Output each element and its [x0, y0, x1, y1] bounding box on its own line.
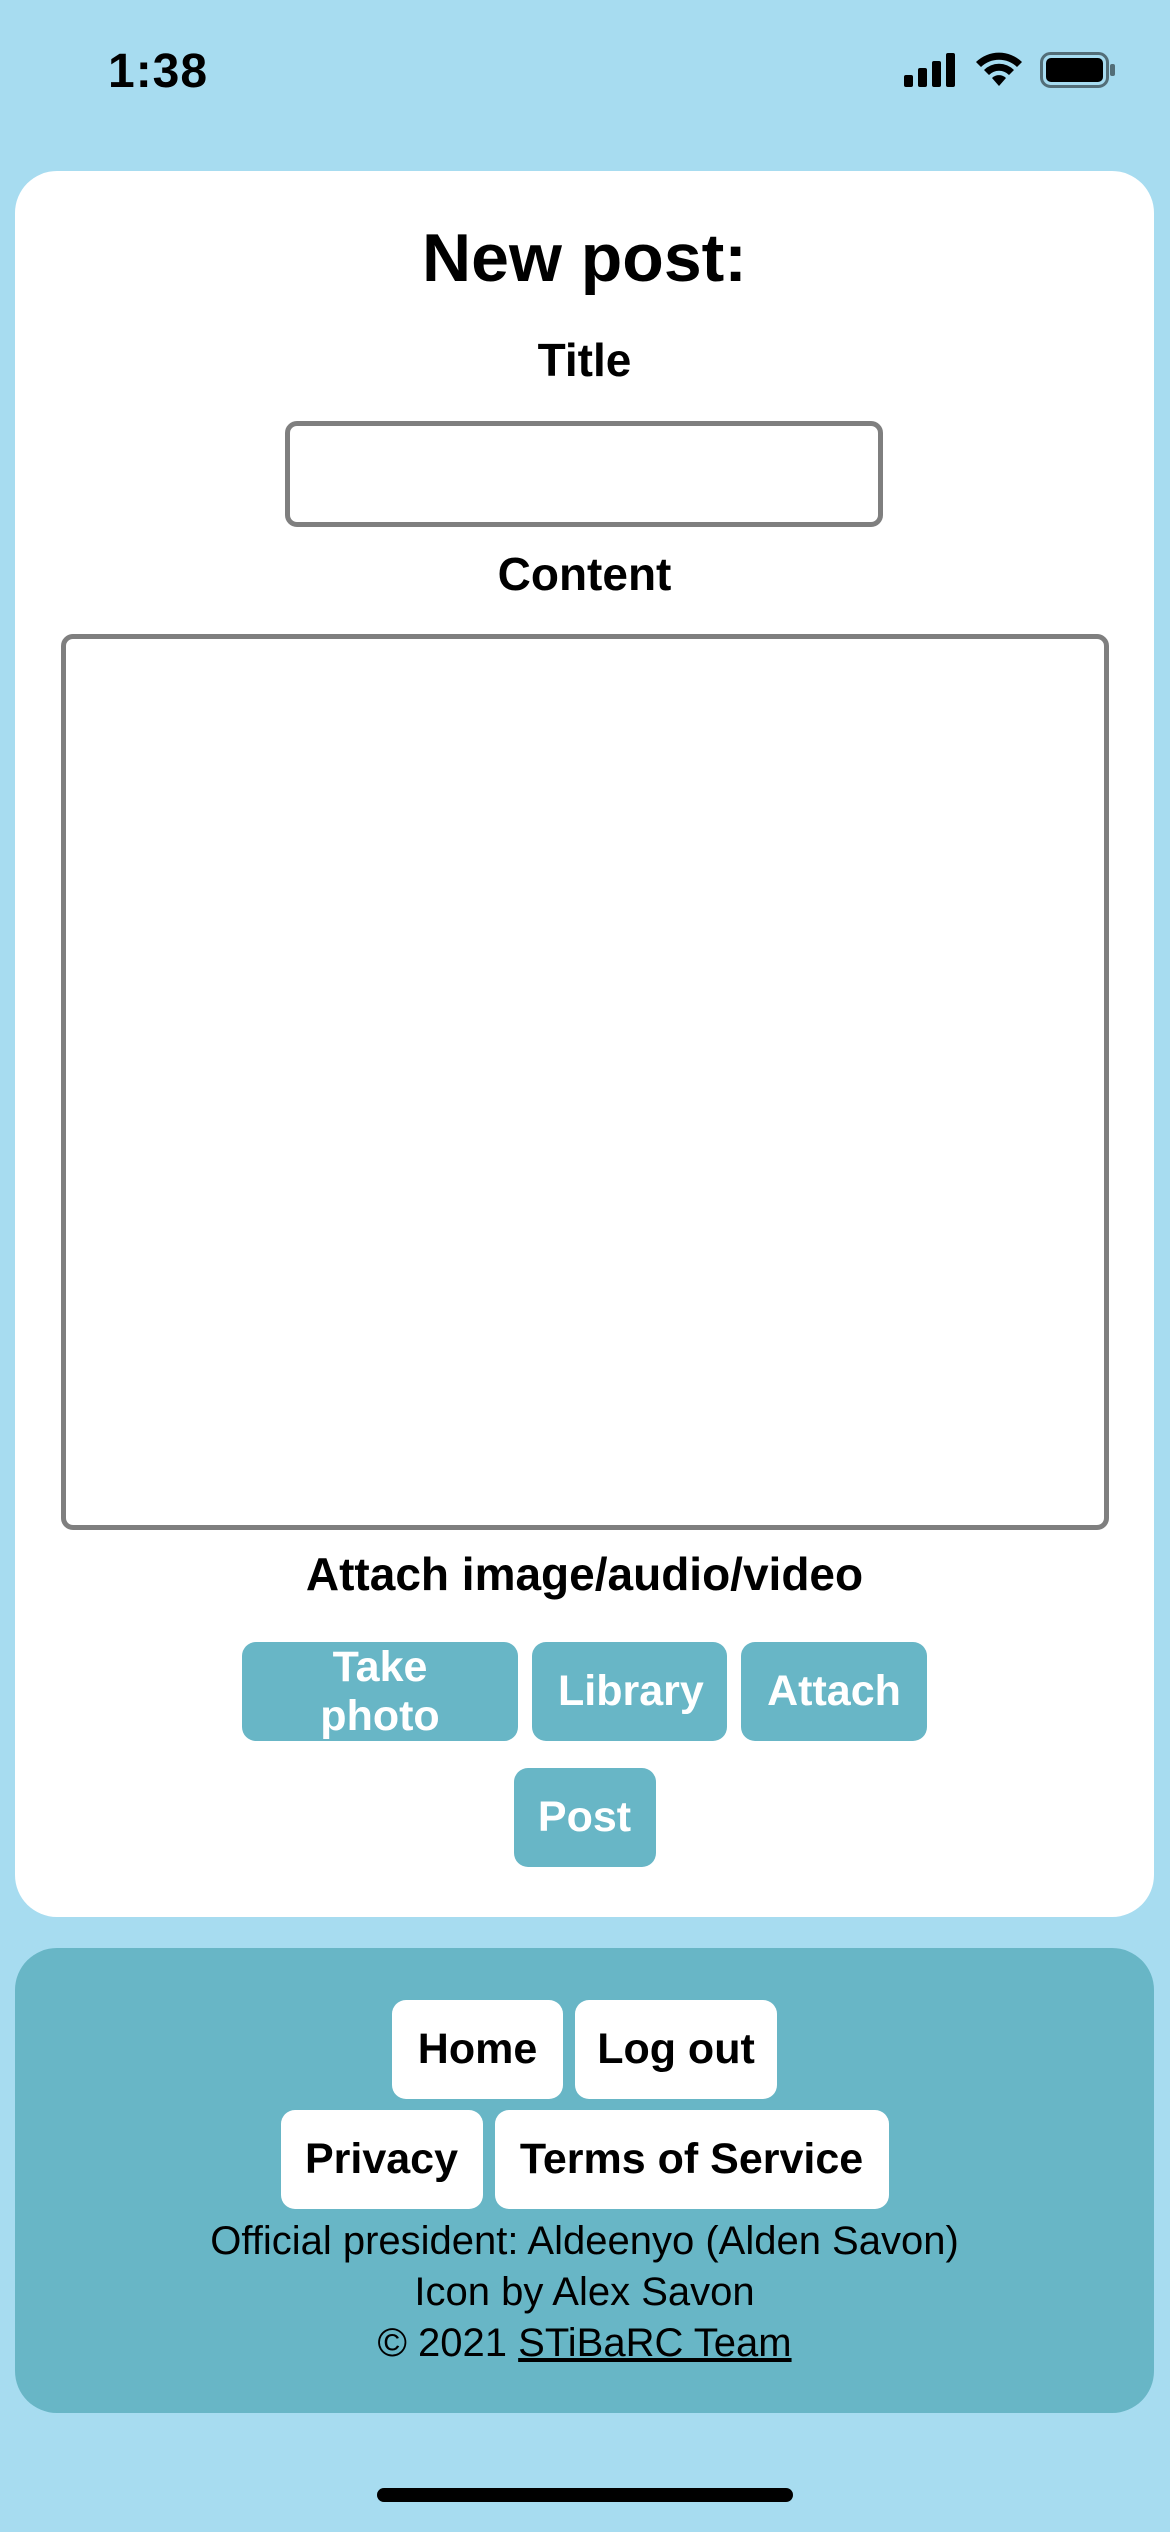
terms-of-service-button[interactable]: Terms of Service — [494, 2110, 889, 2209]
copyright-text: © 2021 STiBaRC Team — [15, 2318, 1154, 2369]
wifi-icon — [974, 52, 1024, 88]
status-icons — [904, 52, 1116, 88]
footer-nav-row-1: Home Log out — [15, 2000, 1154, 2099]
home-indicator[interactable] — [377, 2488, 793, 2502]
attach-button-row: Take photo Library Attach — [15, 1642, 1154, 1741]
home-button[interactable]: Home — [392, 2000, 563, 2099]
title-input[interactable] — [285, 421, 883, 527]
library-button[interactable]: Library — [532, 1642, 727, 1741]
log-out-button[interactable]: Log out — [575, 2000, 777, 2099]
copyright-prefix: © 2021 — [377, 2321, 508, 2365]
team-link[interactable]: STiBaRC Team — [518, 2321, 791, 2365]
post-button-row: Post — [15, 1768, 1154, 1867]
status-time: 1:38 — [108, 45, 209, 98]
take-photo-button[interactable]: Take photo — [242, 1642, 518, 1741]
battery-icon — [1040, 52, 1116, 88]
status-bar: 1:38 — [0, 0, 1170, 150]
post-button[interactable]: Post — [513, 1768, 656, 1867]
cellular-signal-icon — [904, 53, 958, 87]
attach-button[interactable]: Attach — [741, 1642, 927, 1741]
footer: Home Log out Privacy Terms of Service Of… — [15, 1948, 1154, 2413]
content-textarea[interactable] — [61, 634, 1109, 1530]
title-label: Title — [537, 334, 632, 386]
footer-nav-row-2: Privacy Terms of Service — [15, 2110, 1154, 2209]
page-title: New post: — [422, 220, 747, 296]
new-post-card: New post: Title Content Attach image/aud… — [15, 171, 1154, 1917]
content-label: Content — [497, 548, 672, 600]
icon-credit-text: Icon by Alex Savon — [414, 2270, 755, 2314]
president-text: Official president: Aldeenyo (Alden Savo… — [210, 2219, 959, 2263]
privacy-button[interactable]: Privacy — [280, 2110, 483, 2209]
attach-label: Attach image/audio/video — [305, 1548, 864, 1600]
